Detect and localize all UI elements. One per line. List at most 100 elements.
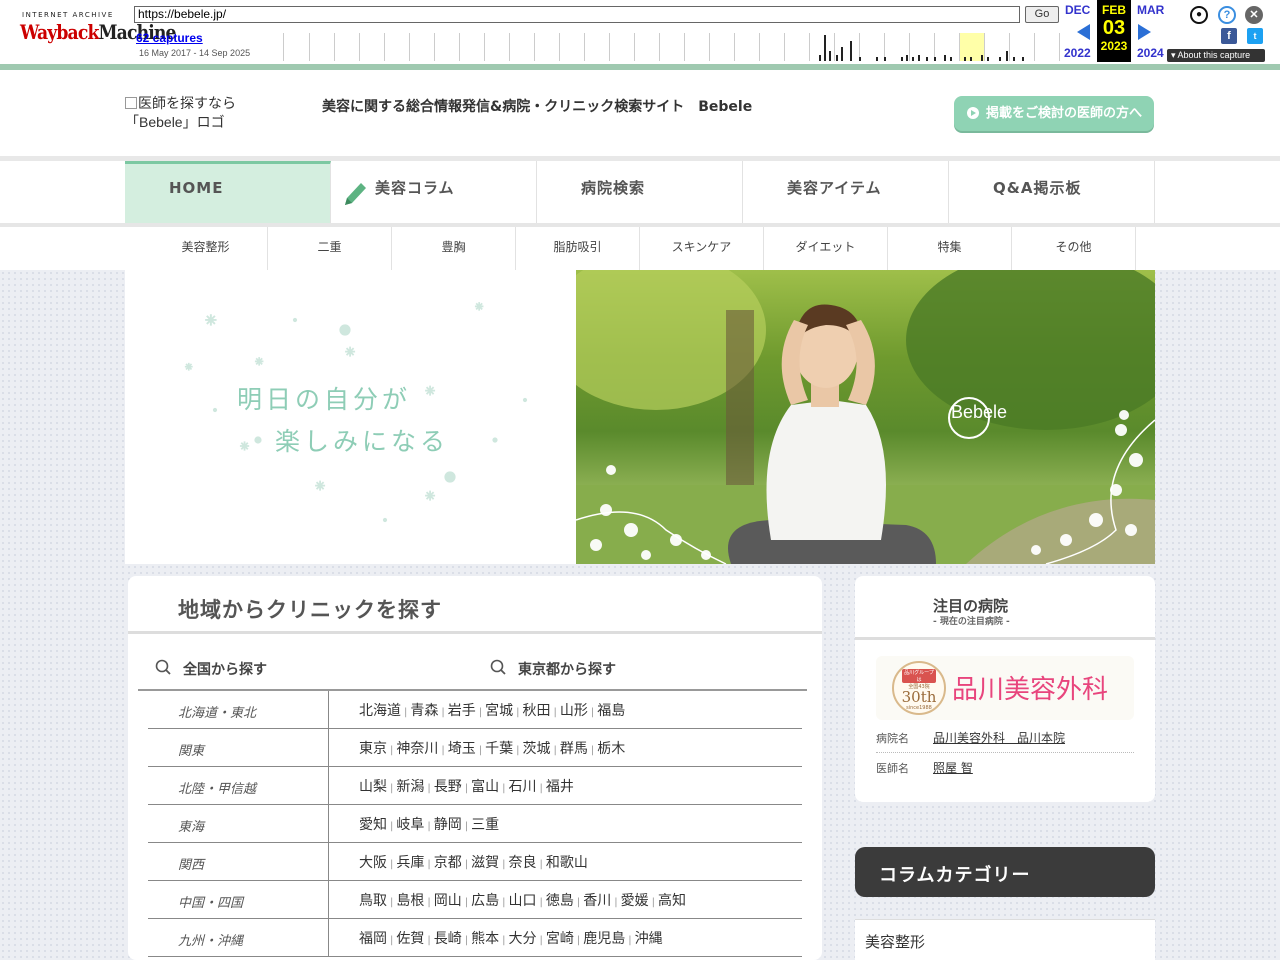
nav-hospital-search[interactable]: 病院検索: [537, 161, 743, 223]
prefecture-link[interactable]: 鳥取: [359, 893, 387, 909]
wayback-url-input[interactable]: https://bebele.jp/: [134, 6, 1020, 23]
timeline-capture-bar[interactable]: [906, 55, 908, 61]
timeline-capture-bar[interactable]: [970, 57, 972, 61]
prefecture-link[interactable]: 岩手: [448, 703, 476, 719]
timeline-capture-bar[interactable]: [841, 47, 843, 61]
captures-link[interactable]: 62 captures: [136, 31, 203, 45]
prefecture-link[interactable]: 兵庫: [396, 855, 424, 871]
subnav-item[interactable]: その他: [1012, 227, 1136, 270]
prefecture-link[interactable]: 和歌山: [546, 855, 588, 871]
timeline-capture-bar[interactable]: [901, 57, 903, 61]
prev-capture-arrow-icon[interactable]: [1077, 24, 1090, 40]
next-capture-arrow-icon[interactable]: [1138, 24, 1151, 40]
prefecture-link[interactable]: 群馬: [560, 741, 588, 757]
timeline-capture-bar[interactable]: [876, 57, 878, 61]
timeline-capture-bar[interactable]: [1022, 57, 1024, 61]
tab-tokyo[interactable]: 東京都から探す: [518, 659, 616, 679]
timeline-capture-bar[interactable]: [1013, 57, 1015, 61]
prefecture-link[interactable]: 島根: [396, 893, 424, 909]
prefecture-link[interactable]: 神奈川: [396, 741, 438, 757]
prefecture-link[interactable]: 千葉: [485, 741, 513, 757]
next-year[interactable]: 2024: [1137, 46, 1164, 60]
prefecture-link[interactable]: 奈良: [509, 855, 537, 871]
timeline-capture-bar[interactable]: [999, 57, 1001, 61]
next-month[interactable]: MAR: [1137, 3, 1164, 17]
prefecture-link[interactable]: 岐阜: [396, 817, 424, 833]
timeline-capture-bar[interactable]: [987, 57, 989, 61]
prefecture-link[interactable]: 岡山: [434, 893, 462, 909]
prev-year[interactable]: 2022: [1064, 46, 1091, 60]
site-logo[interactable]: 医師を探すなら「Bebele」ロゴ: [125, 94, 265, 132]
prefecture-link[interactable]: 香川: [583, 893, 611, 909]
prefecture-link[interactable]: 高知: [658, 893, 686, 909]
doctor-name-link[interactable]: 照屋 智: [933, 759, 973, 776]
prefecture-link[interactable]: 青森: [410, 703, 438, 719]
prefecture-link[interactable]: 埼玉: [448, 741, 476, 757]
prefecture-link[interactable]: 東京: [359, 741, 387, 757]
nav-home[interactable]: HOME: [125, 161, 331, 223]
prefecture-link[interactable]: 沖縄: [635, 931, 663, 947]
wayback-go-button[interactable]: Go: [1025, 6, 1059, 23]
prefecture-link[interactable]: 大阪: [359, 855, 387, 871]
prev-month[interactable]: DEC: [1065, 3, 1090, 17]
prefecture-link[interactable]: 福岡: [359, 931, 387, 947]
prefecture-link[interactable]: 愛媛: [621, 893, 649, 909]
prefecture-link[interactable]: 山形: [560, 703, 588, 719]
prefecture-link[interactable]: 福井: [546, 779, 574, 795]
prefecture-link[interactable]: 京都: [434, 855, 462, 871]
timeline-capture-bar[interactable]: [912, 57, 914, 61]
prefecture-link[interactable]: 山梨: [359, 779, 387, 795]
timeline-capture-bar[interactable]: [964, 57, 966, 61]
subnav-item[interactable]: 二重: [268, 227, 392, 270]
capture-timeline[interactable]: [283, 33, 1060, 61]
prefecture-link[interactable]: 茨城: [523, 741, 551, 757]
nav-column[interactable]: 美容コラム: [331, 161, 537, 223]
prefecture-link[interactable]: 福島: [597, 703, 625, 719]
prefecture-link[interactable]: 広島: [471, 893, 499, 909]
prefecture-link[interactable]: 愛知: [359, 817, 387, 833]
prefecture-link[interactable]: 新潟: [396, 779, 424, 795]
timeline-capture-bar[interactable]: [850, 41, 852, 61]
subnav-item[interactable]: スキンケア: [640, 227, 764, 270]
timeline-capture-bar[interactable]: [1006, 51, 1008, 61]
prefecture-link[interactable]: 長野: [434, 779, 462, 795]
hospital-banner[interactable]: 品川グループは 全国43院 30th since1988 品川美容外科: [876, 656, 1134, 720]
prefecture-link[interactable]: 徳島: [546, 893, 574, 909]
prefecture-link[interactable]: 鹿児島: [583, 931, 625, 947]
facebook-icon[interactable]: f: [1221, 28, 1237, 44]
prefecture-link[interactable]: 長崎: [434, 931, 462, 947]
doctor-listing-button[interactable]: 掲載をご検討の医師の方へ: [954, 96, 1154, 131]
timeline-capture-bar[interactable]: [884, 57, 886, 61]
prefecture-link[interactable]: 滋賀: [471, 855, 499, 871]
prefecture-link[interactable]: 佐賀: [396, 931, 424, 947]
prefecture-link[interactable]: 富山: [471, 779, 499, 795]
subnav-item[interactable]: 脂肪吸引: [516, 227, 640, 270]
subnav-item[interactable]: ダイエット: [764, 227, 888, 270]
timeline-capture-bar[interactable]: [944, 55, 946, 61]
timeline-capture-bar[interactable]: [926, 57, 928, 61]
timeline-capture-bar[interactable]: [934, 57, 936, 61]
prefecture-link[interactable]: 大分: [509, 931, 537, 947]
tab-nationwide[interactable]: 全国から探す: [183, 659, 267, 679]
prefecture-link[interactable]: 三重: [471, 817, 499, 833]
about-capture-button[interactable]: ▾ About this capture: [1167, 49, 1265, 62]
prefecture-link[interactable]: 宮崎: [546, 931, 574, 947]
timeline-capture-bar[interactable]: [836, 55, 838, 61]
prefecture-link[interactable]: 宮城: [485, 703, 513, 719]
timeline-capture-bar[interactable]: [950, 57, 952, 61]
timeline-capture-bar[interactable]: [824, 35, 826, 61]
prefecture-link[interactable]: 栃木: [597, 741, 625, 757]
prefecture-link[interactable]: 静岡: [434, 817, 462, 833]
nav-qa-board[interactable]: Q&A掲示板: [949, 161, 1155, 223]
prefecture-link[interactable]: 石川: [509, 779, 537, 795]
hospital-name-link[interactable]: 品川美容外科 品川本院: [933, 729, 1065, 746]
timeline-capture-bar[interactable]: [819, 55, 821, 61]
twitter-icon[interactable]: t: [1247, 28, 1263, 44]
subnav-item[interactable]: 豊胸: [392, 227, 516, 270]
timeline-capture-bar[interactable]: [918, 55, 920, 61]
hero-banner[interactable]: ✳ ✳ ✳ ✳ ✳ ✳ ✳ ✳ ✳ 明日の自分が 楽しみになる Bebele: [125, 270, 1155, 564]
close-icon[interactable]: ✕: [1245, 6, 1263, 24]
column-category-item[interactable]: 美容整形: [855, 919, 1155, 960]
user-icon[interactable]: ●: [1190, 6, 1208, 24]
help-icon[interactable]: ?: [1218, 6, 1236, 24]
